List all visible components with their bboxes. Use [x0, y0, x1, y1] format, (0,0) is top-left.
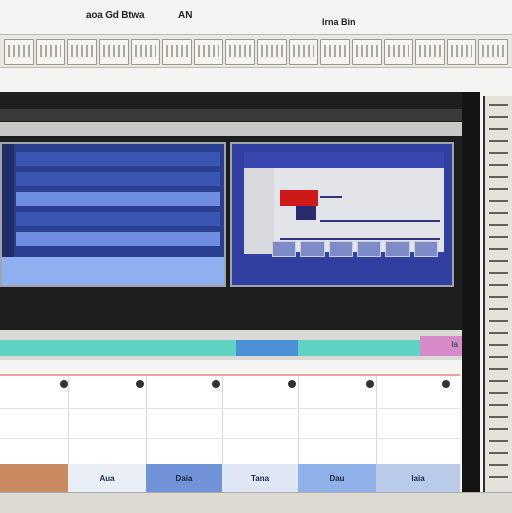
status-bar	[0, 492, 512, 513]
pin-icon[interactable]	[442, 380, 450, 388]
left-preview-panel[interactable]	[0, 142, 226, 287]
pin-icon[interactable]	[212, 380, 220, 388]
clip-grid: Aua Daia Tana Dau Iaia	[0, 374, 460, 492]
list-item[interactable]	[16, 152, 220, 166]
divider-line	[320, 220, 440, 222]
grid-cell[interactable]: Dau	[298, 464, 376, 492]
embedded-button[interactable]	[328, 241, 353, 257]
grid-cell-label: Aua	[99, 473, 115, 483]
ruler-ticks	[489, 104, 508, 486]
toolbar	[0, 34, 512, 68]
toolbar-button[interactable]	[351, 39, 382, 65]
preview-subbar	[0, 122, 462, 136]
side-ruler	[483, 96, 512, 494]
right-preview-panel[interactable]	[230, 142, 454, 287]
embedded-button[interactable]	[272, 241, 297, 257]
toolbar-button[interactable]	[288, 39, 319, 65]
vertical-scrollbar[interactable]	[462, 92, 480, 494]
toolbar-button[interactable]	[320, 39, 350, 65]
grid-cell[interactable]: Tana	[222, 464, 298, 492]
timeline-end-label: Ia	[451, 340, 458, 349]
embedded-button[interactable]	[413, 241, 438, 257]
list-item[interactable]	[16, 212, 220, 226]
selection-block	[296, 206, 316, 220]
panel-title: Irna Bin	[322, 17, 356, 27]
preview-menubar	[0, 109, 462, 121]
left-panel-footer	[2, 257, 224, 285]
toolbar-button[interactable]	[225, 39, 255, 65]
toolbar-button[interactable]	[383, 39, 414, 65]
toolbar-button[interactable]	[415, 39, 445, 65]
toolbar-button[interactable]	[4, 39, 34, 65]
grid-cell-label: Tana	[250, 473, 270, 483]
toolbar-button[interactable]	[162, 39, 192, 65]
highlight-block	[280, 190, 318, 206]
grid-row-line	[0, 408, 460, 409]
embedded-button[interactable]	[385, 241, 410, 257]
divider-line	[320, 196, 342, 198]
grid-cell-label: Dau	[329, 473, 345, 483]
pin-icon[interactable]	[136, 380, 144, 388]
grid-row-line	[0, 438, 460, 439]
list-item[interactable]	[16, 192, 220, 206]
toolbar-button[interactable]	[98, 39, 129, 65]
embedded-button[interactable]	[356, 241, 382, 257]
grid-cell[interactable]: Aua	[68, 464, 146, 492]
toolbar-button[interactable]	[67, 39, 97, 65]
timeline-segment[interactable]	[236, 340, 298, 356]
list-item[interactable]	[16, 232, 220, 246]
toolbar-button[interactable]	[446, 39, 477, 65]
timeline-bar[interactable]	[0, 340, 462, 356]
toolbar-button[interactable]	[130, 39, 161, 65]
timeline-end-marker[interactable]: Ia	[420, 336, 462, 356]
toolbar-button[interactable]	[257, 39, 287, 65]
grid-cell[interactable]	[0, 464, 68, 492]
embedded-sidebar	[244, 168, 274, 254]
toolbar-button[interactable]	[35, 39, 66, 65]
grid-cell-label: Daia	[175, 473, 193, 483]
pin-icon[interactable]	[366, 380, 374, 388]
window-title: aoa Gd Btwa	[86, 10, 145, 21]
toolbar-button[interactable]	[193, 39, 224, 65]
pin-icon[interactable]	[288, 380, 296, 388]
toolbar-button[interactable]	[478, 39, 508, 65]
embedded-header	[244, 152, 444, 168]
embedded-button[interactable]	[300, 241, 325, 257]
divider-line	[280, 238, 440, 240]
grid-cell-label: Iaia	[411, 473, 425, 483]
pin-icon[interactable]	[60, 380, 68, 388]
grid-cell[interactable]: Iaia	[376, 464, 460, 492]
window-subtitle: AN	[178, 10, 193, 21]
grid-cell[interactable]: Daia	[146, 464, 222, 492]
list-item[interactable]	[16, 172, 220, 186]
embedded-button-row	[272, 241, 438, 257]
